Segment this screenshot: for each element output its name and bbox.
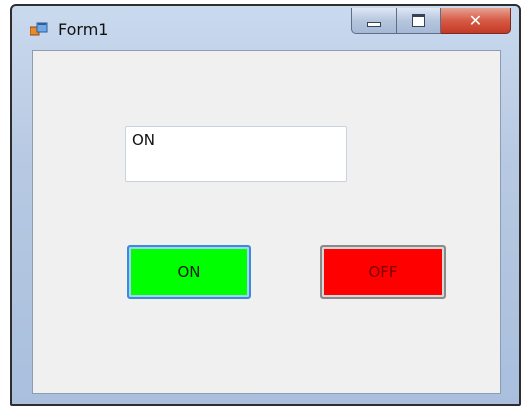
title-bar[interactable]: Form1 ✕ [12, 6, 519, 50]
off-button[interactable]: OFF [320, 245, 446, 299]
close-button[interactable]: ✕ [441, 8, 511, 34]
minimize-icon [367, 22, 381, 27]
on-button[interactable]: ON [127, 245, 251, 299]
close-icon: ✕ [468, 11, 483, 30]
window-title: Form1 [58, 20, 109, 39]
form-client-area: ON ON OFF [32, 50, 501, 394]
minimize-button[interactable] [351, 8, 397, 34]
status-textbox[interactable]: ON [125, 126, 347, 182]
maximize-icon [412, 14, 425, 27]
form-app-icon [30, 22, 48, 36]
form-window: Form1 ✕ ON ON OFF [10, 4, 521, 406]
maximize-button[interactable] [397, 8, 441, 34]
